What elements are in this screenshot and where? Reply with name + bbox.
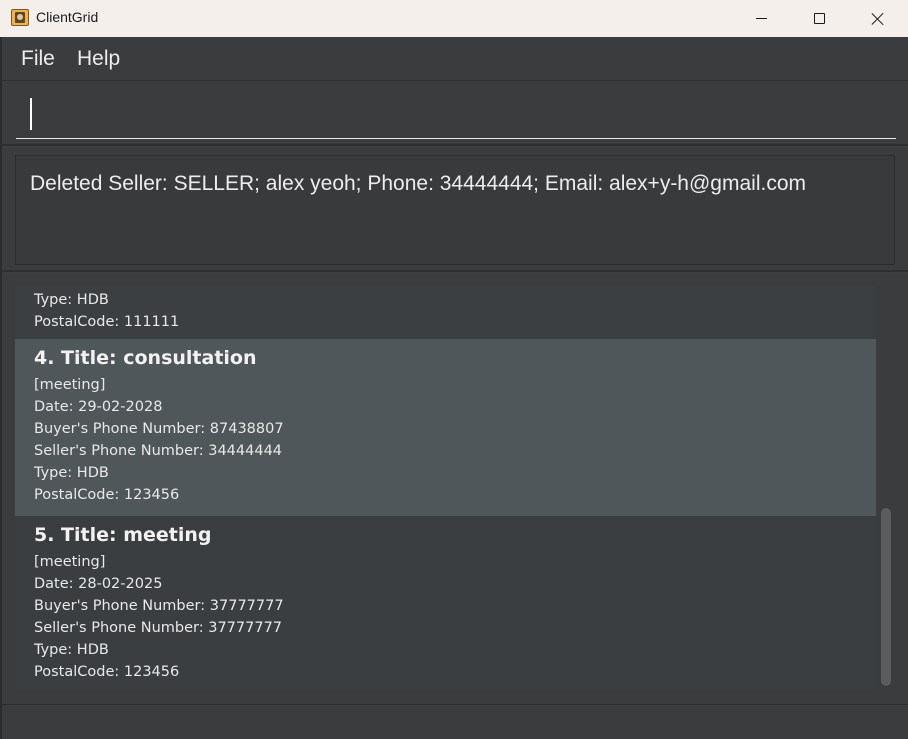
- card-postal-code: PostalCode: 111111: [34, 314, 180, 330]
- command-box: [2, 82, 908, 146]
- menu-file[interactable]: File: [21, 47, 55, 71]
- status-bar: [2, 704, 908, 739]
- vertical-scrollbar[interactable]: [878, 286, 894, 690]
- menu-help[interactable]: Help: [77, 47, 120, 71]
- card-type: Type: HDB: [34, 465, 109, 481]
- result-display: Deleted Seller: SELLER; alex yeoh; Phone…: [15, 155, 895, 265]
- list-item-selected[interactable]: 4. Title: consultation [meeting] Date: 2…: [15, 339, 876, 516]
- card-seller-phone: Seller's Phone Number: 34444444: [34, 443, 283, 459]
- result-display-panel: Deleted Seller: SELLER; alex yeoh; Phone…: [2, 148, 908, 272]
- card-title: 4. Title: consultation: [34, 347, 257, 369]
- close-icon: [871, 12, 885, 26]
- scrollbar-thumb[interactable]: [881, 508, 891, 686]
- card-postal-code: PostalCode: 123456: [34, 664, 180, 680]
- list-item[interactable]: 5. Title: meeting [meeting] Date: 28-02-…: [15, 516, 876, 690]
- maximize-button[interactable]: [790, 0, 848, 37]
- address-book-icon: [11, 9, 29, 26]
- card-date: Date: 28-02-2025: [34, 576, 163, 592]
- maximize-icon: [813, 13, 825, 24]
- menu-bar: File Help: [2, 37, 908, 81]
- text-caret: [30, 98, 32, 130]
- card-type: Type: HDB: [34, 642, 109, 658]
- list-item[interactable]: Type: HDB PostalCode: 111111: [15, 286, 876, 339]
- title-bar: ClientGrid: [0, 0, 908, 37]
- close-button[interactable]: [849, 0, 907, 37]
- command-input[interactable]: [16, 82, 896, 139]
- card-buyer-phone: Buyer's Phone Number: 87438807: [34, 421, 284, 437]
- card-type: Type: HDB: [34, 292, 109, 308]
- meeting-list-panel: Type: HDB PostalCode: 111111 4. Title: c…: [2, 274, 908, 704]
- card-date: Date: 29-02-2028: [34, 399, 163, 415]
- window-title: ClientGrid: [36, 9, 99, 25]
- meeting-list[interactable]: Type: HDB PostalCode: 111111 4. Title: c…: [15, 286, 876, 690]
- minimize-icon: [755, 18, 767, 19]
- card-tag: [meeting]: [34, 377, 106, 393]
- card-buyer-phone: Buyer's Phone Number: 37777777: [34, 598, 284, 614]
- card-postal-code: PostalCode: 123456: [34, 487, 180, 503]
- card-tag: [meeting]: [34, 554, 106, 570]
- minimize-button[interactable]: [732, 0, 790, 37]
- result-message: Deleted Seller: SELLER; alex yeoh; Phone…: [30, 172, 806, 195]
- card-seller-phone: Seller's Phone Number: 37777777: [34, 620, 283, 636]
- card-title: 5. Title: meeting: [34, 524, 212, 546]
